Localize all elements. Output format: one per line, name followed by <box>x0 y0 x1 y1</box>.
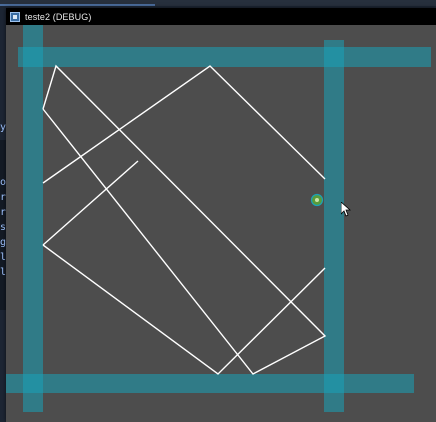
wall-bottom <box>6 374 414 393</box>
game-scene <box>6 25 431 412</box>
line-shape-1 <box>42 64 327 375</box>
mouse-cursor-icon <box>341 202 351 217</box>
window-titlebar[interactable]: teste2 (DEBUG) <box>6 8 436 25</box>
window-title: teste2 (DEBUG) <box>25 11 92 22</box>
wall-right <box>324 40 344 412</box>
background-tab-accent <box>0 4 155 6</box>
line-shape-4 <box>42 244 326 375</box>
line-shape-2 <box>42 65 326 184</box>
game-viewport[interactable] <box>6 25 436 422</box>
background-editor-tabbar <box>0 0 436 6</box>
wall-top <box>18 47 431 67</box>
app-icon <box>10 11 20 22</box>
wall-left <box>23 25 43 412</box>
game-window[interactable]: teste2 (DEBUG) <box>6 8 436 422</box>
player-token[interactable] <box>310 193 324 207</box>
desktop: y o r r s g l l teste2 (DEBUG) <box>0 0 436 422</box>
